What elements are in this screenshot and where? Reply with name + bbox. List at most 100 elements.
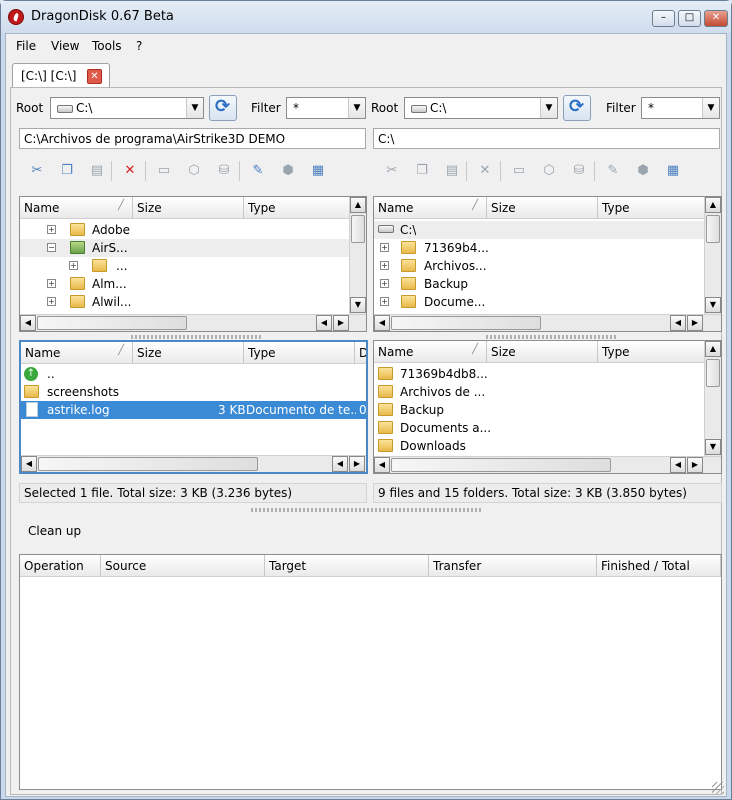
left-root-combo[interactable]: C:\ ▼ [50,97,204,119]
column-header-type[interactable]: Type [598,197,706,219]
column-header-type[interactable]: Type [598,341,706,363]
column-header-size[interactable]: Size [487,197,598,219]
paste-icon[interactable]: ▤ [88,163,106,179]
tree-row[interactable]: + Adobe [20,221,366,239]
column-header-name[interactable]: Name ╱ [20,197,133,219]
tab-c-c[interactable]: [C:\] [C:\] ✕ [12,63,110,90]
delete-icon[interactable]: ✕ [121,163,139,179]
horizontal-scrollbar[interactable]: ◀ ◀ ▶ [20,314,366,331]
list-row-selected[interactable]: astrike.log 3 KB Documento de te... 0 [21,401,366,419]
tree-row[interactable]: + Archivos... [374,257,721,275]
scroll-down-icon[interactable]: ▼ [705,297,721,313]
scroll-down-icon[interactable]: ▼ [350,297,366,313]
column-header-transfer[interactable]: Transfer [429,555,597,577]
scroll-left-icon[interactable]: ◀ [332,456,348,472]
delete-icon[interactable]: ✕ [476,163,494,179]
list-row[interactable]: Archivos de ... [374,383,721,401]
menu-file[interactable]: File [16,39,36,53]
cdn-icon[interactable]: ⛁ [215,163,233,179]
column-header-operation[interactable]: Operation [20,555,101,577]
menu-help[interactable]: ? [136,39,142,53]
tree-row[interactable]: + Docume... [374,293,721,311]
horizontal-scrollbar[interactable]: ◀ ◀ ▶ [374,456,721,473]
scroll-down-icon[interactable]: ▼ [705,439,721,455]
scroll-right-icon[interactable]: ▶ [687,457,703,473]
column-header-name[interactable]: Name ╱ [21,342,133,364]
scroll-left-icon[interactable]: ◀ [374,457,390,473]
right-path-field[interactable]: C:\ [373,128,720,149]
right-root-combo[interactable]: C:\ ▼ [404,97,558,119]
list-row[interactable]: Documents a... [374,419,721,437]
clean-up-button[interactable]: Clean up [28,524,81,538]
vertical-scrollbar[interactable]: ▲ ▼ [349,197,366,314]
column-header-type[interactable]: Type [244,197,352,219]
new-bucket-icon[interactable]: ⬡ [185,163,203,179]
left-filter-combo[interactable]: * ▼ [286,97,366,119]
new-folder-icon[interactable]: ▭ [510,163,528,179]
column-header-size[interactable]: Size [133,197,244,219]
scroll-up-icon[interactable]: ▲ [705,197,721,213]
properties-icon[interactable]: ✎ [604,163,622,179]
list-row[interactable]: screenshots [21,383,366,401]
tree-row[interactable]: + Backup [374,275,721,293]
column-header-name[interactable]: Name ╱ [374,341,487,363]
list-row[interactable]: Backup [374,401,721,419]
splitter-handle[interactable] [131,335,261,339]
left-file-list[interactable]: Name ╱ Size Type D ↑.. screenshots astrik… [19,340,368,474]
view-options-icon[interactable]: ▦ [309,163,327,179]
menu-tools[interactable]: Tools [92,39,122,53]
view-options-icon[interactable]: ▦ [664,163,682,179]
left-refresh-button[interactable] [209,95,237,121]
menu-view[interactable]: View [51,39,79,53]
tree-row[interactable]: +71369b4... [374,239,721,257]
column-header-source[interactable]: Source [101,555,265,577]
left-folder-tree[interactable]: Name ╱ Size Type + Adobe − AirS... +... + Al… [19,196,367,332]
scroll-up-icon[interactable]: ▲ [350,197,366,213]
scroll-left-icon[interactable]: ◀ [670,457,686,473]
transfers-table[interactable]: Operation Source Target Transfer Finishe… [19,554,722,790]
cdn-icon[interactable]: ⛁ [570,163,588,179]
cut-icon[interactable]: ✂ [28,163,46,179]
close-window-button[interactable]: ✕ [704,10,728,27]
resize-grip-icon[interactable] [712,782,724,794]
copy-icon[interactable]: ❐ [413,163,431,179]
horizontal-scrollbar[interactable]: ◀ ◀ ▶ [21,455,366,472]
maximize-button[interactable]: □ [678,10,701,27]
column-header-type[interactable]: Type [244,342,355,364]
list-row[interactable]: 71369b4db8... [374,365,721,383]
paste-icon[interactable]: ▤ [443,163,461,179]
splitter-handle[interactable] [251,508,481,512]
copy-icon[interactable]: ❐ [58,163,76,179]
column-header-name[interactable]: Name ╱ [374,197,487,219]
scroll-left-icon[interactable]: ◀ [670,315,686,331]
scroll-right-icon[interactable]: ▶ [333,315,349,331]
column-header-size[interactable]: Size [487,341,598,363]
vertical-scrollbar[interactable]: ▲ ▼ [704,197,721,314]
minimize-button[interactable]: – [652,10,675,27]
new-folder-icon[interactable]: ▭ [155,163,173,179]
right-file-list[interactable]: Name ╱ Size Type 71369b4db8... Archivos d… [373,340,722,474]
scroll-left-icon[interactable]: ◀ [20,315,36,331]
list-row[interactable]: Downloads [374,437,721,455]
acl-icon[interactable]: ⬢ [634,163,652,179]
left-path-field[interactable]: C:\Archivos de programa\AirStrike3D DEMO [19,128,366,149]
column-header-date[interactable]: D [355,342,366,364]
tree-row[interactable]: +... [20,257,366,275]
right-refresh-button[interactable] [563,95,591,121]
scroll-left-icon[interactable]: ◀ [316,315,332,331]
scroll-left-icon[interactable]: ◀ [374,315,390,331]
right-filter-combo[interactable]: * ▼ [641,97,720,119]
tree-row[interactable]: + Alm... [20,275,366,293]
tree-row[interactable]: C:\ [374,221,721,239]
properties-icon[interactable]: ✎ [249,163,267,179]
splitter-handle[interactable] [486,335,616,339]
tree-row[interactable]: − AirS... [20,239,366,257]
new-bucket-icon[interactable]: ⬡ [540,163,558,179]
scroll-up-icon[interactable]: ▲ [705,341,721,357]
acl-icon[interactable]: ⬢ [279,163,297,179]
right-folder-tree[interactable]: Name ╱ Size Type C:\ +71369b4... + Archivo… [373,196,722,332]
tab-close-icon[interactable]: ✕ [87,69,102,84]
cut-icon[interactable]: ✂ [383,163,401,179]
vertical-scrollbar[interactable]: ▲ ▼ [704,341,721,456]
horizontal-scrollbar[interactable]: ◀ ◀ ▶ [374,314,721,331]
